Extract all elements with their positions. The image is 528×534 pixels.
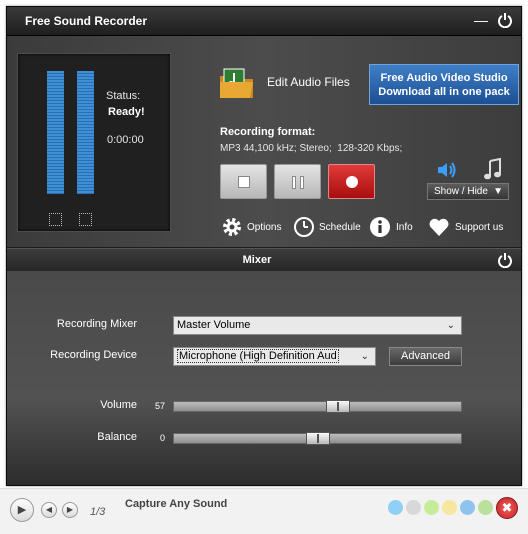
stop-button[interactable]	[220, 164, 267, 199]
elapsed-time: 0:00:00	[107, 134, 144, 146]
color-dot[interactable]	[478, 500, 493, 515]
recording-device-value: Microphone (High Definition Aud	[177, 349, 339, 363]
pause-button[interactable]	[274, 164, 321, 199]
record-icon	[346, 176, 358, 188]
recording-mixer-select[interactable]: Master Volume ⌄	[173, 316, 462, 335]
tour-caption: Capture Any Sound	[125, 498, 228, 510]
balance-value: 0	[160, 433, 166, 443]
info-label: Info	[396, 222, 413, 233]
mixer-panel: Recording Mixer Master Volume ⌄ Recordin…	[7, 271, 521, 485]
chevron-down-icon: ⌄	[446, 320, 455, 331]
color-dot[interactable]	[424, 500, 439, 515]
power-icon[interactable]	[497, 12, 513, 29]
recording-mixer-label: Recording Mixer	[56, 318, 137, 330]
status-value: Ready!	[108, 106, 145, 118]
advanced-button[interactable]: Advanced	[389, 347, 462, 366]
edit-audio-files-label: Edit Audio Files	[267, 75, 350, 89]
title-bar[interactable]: Free Sound Recorder —	[7, 7, 521, 36]
power-icon[interactable]	[497, 252, 513, 269]
meter-marker-left	[49, 213, 62, 226]
record-button[interactable]	[328, 164, 375, 199]
volume-slider[interactable]	[173, 400, 462, 413]
volume-label: Volume	[100, 399, 137, 411]
tour-strip: ▶ ◀ ▶ 1/3 Capture Any Sound ✖	[0, 488, 528, 534]
balance-slider[interactable]	[173, 432, 462, 445]
app-title: Free Sound Recorder	[25, 14, 148, 28]
info-link[interactable]: Info	[369, 216, 419, 238]
balance-label: Balance	[97, 431, 137, 443]
status-label: Status:	[106, 90, 141, 102]
promo-banner[interactable]: Free Audio Video Studio Download all in …	[369, 64, 519, 105]
promo-line2: Download all in one pack	[378, 86, 510, 98]
edit-audio-files-button[interactable]: Edit Audio Files	[217, 64, 357, 104]
mixer-title: Mixer	[242, 254, 272, 266]
balance-slider-thumb[interactable]	[305, 432, 330, 445]
volume-value: 57	[155, 401, 166, 411]
play-button[interactable]: ▶	[10, 498, 34, 522]
clock-icon	[293, 216, 315, 238]
support-label: Support us	[455, 222, 504, 233]
info-icon	[369, 216, 391, 238]
chevron-down-icon: ⌄	[360, 351, 369, 362]
page-indicator: 1/3	[90, 506, 106, 518]
music-note-icon[interactable]	[483, 157, 503, 182]
recording-device-label: Recording Device	[50, 349, 137, 361]
volume-slider-thumb[interactable]	[325, 400, 350, 413]
close-icon: ✖	[501, 500, 513, 515]
next-button[interactable]: ▶	[62, 502, 78, 518]
mixer-title-bar: Mixer	[7, 248, 521, 272]
recording-format-value: MP3 44,100 kHz; Stereo; 128-320 Kbps;	[220, 143, 403, 154]
chevron-down-icon: ▼	[493, 186, 503, 197]
close-button[interactable]: ✖	[496, 497, 518, 519]
color-dot[interactable]	[460, 500, 475, 515]
show-hide-dropdown[interactable]: Show / Hide ▼	[427, 183, 509, 200]
schedule-link[interactable]: Schedule	[293, 216, 363, 238]
level-meter-left	[47, 71, 64, 194]
show-hide-label: Show / Hide	[434, 186, 488, 197]
heart-icon	[428, 216, 450, 238]
minimize-icon[interactable]: —	[473, 12, 489, 28]
color-dot[interactable]	[442, 500, 457, 515]
recording-mixer-value: Master Volume	[177, 319, 251, 331]
support-link[interactable]: Support us	[428, 216, 510, 238]
meter-marker-right	[79, 213, 92, 226]
options-label: Options	[247, 222, 282, 233]
options-link[interactable]: Options	[221, 216, 291, 238]
gear-icon	[221, 216, 243, 238]
promo-line1: Free Audio Video Studio	[380, 72, 508, 84]
speaker-icon[interactable]	[435, 158, 459, 182]
level-meter-right	[77, 71, 94, 194]
color-dot[interactable]	[388, 500, 403, 515]
schedule-label: Schedule	[319, 222, 361, 233]
app-window: Free Sound Recorder — Status: Ready! 0:0…	[6, 6, 522, 486]
stop-icon	[238, 176, 250, 188]
recording-format-label: Recording format:	[220, 126, 316, 138]
color-dot[interactable]	[406, 500, 421, 515]
folder-music-icon	[217, 64, 257, 104]
recorder-panel: Status: Ready! 0:00:00 Edit Audio Files …	[7, 36, 521, 247]
previous-button[interactable]: ◀	[41, 502, 57, 518]
recording-device-select[interactable]: Microphone (High Definition Aud ⌄	[173, 347, 376, 366]
level-meter-panel: Status: Ready! 0:00:00	[17, 53, 171, 232]
